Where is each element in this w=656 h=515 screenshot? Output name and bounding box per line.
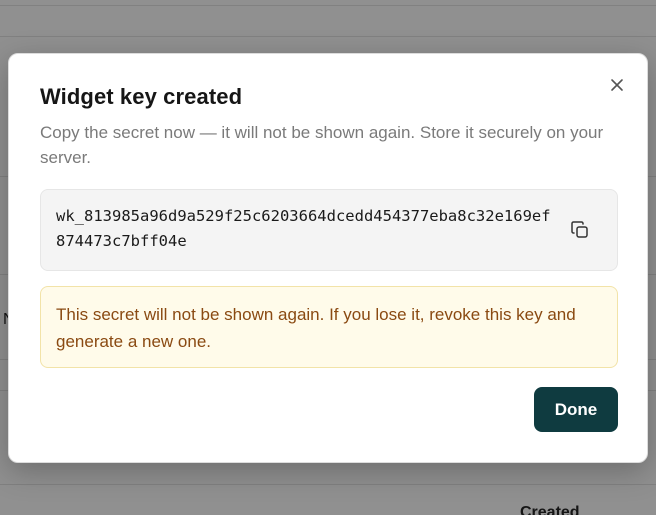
close-button[interactable]	[606, 74, 628, 96]
copy-button[interactable]	[568, 218, 592, 242]
dialog-title: Widget key created	[40, 84, 243, 109]
warning-box: This secret will not be shown again. If …	[40, 286, 618, 368]
column-header-created: Created	[520, 504, 580, 515]
dialog-description: Copy the secret now — it will not be sho…	[40, 123, 604, 167]
close-icon	[611, 79, 623, 91]
divider	[0, 5, 656, 6]
copy-icon	[571, 221, 588, 238]
secret-key-value[interactable]: wk_813985a96d9a529f25c6203664dcedd454377…	[56, 204, 556, 254]
warning-text: This secret will not be shown again. If …	[56, 305, 576, 351]
secret-key-box: wk_813985a96d9a529f25c6203664dcedd454377…	[40, 189, 618, 271]
widget-key-dialog: Widget key created Copy the secret now —…	[8, 53, 648, 463]
divider	[0, 484, 656, 485]
done-button[interactable]: Done	[534, 387, 618, 432]
divider	[0, 36, 656, 37]
